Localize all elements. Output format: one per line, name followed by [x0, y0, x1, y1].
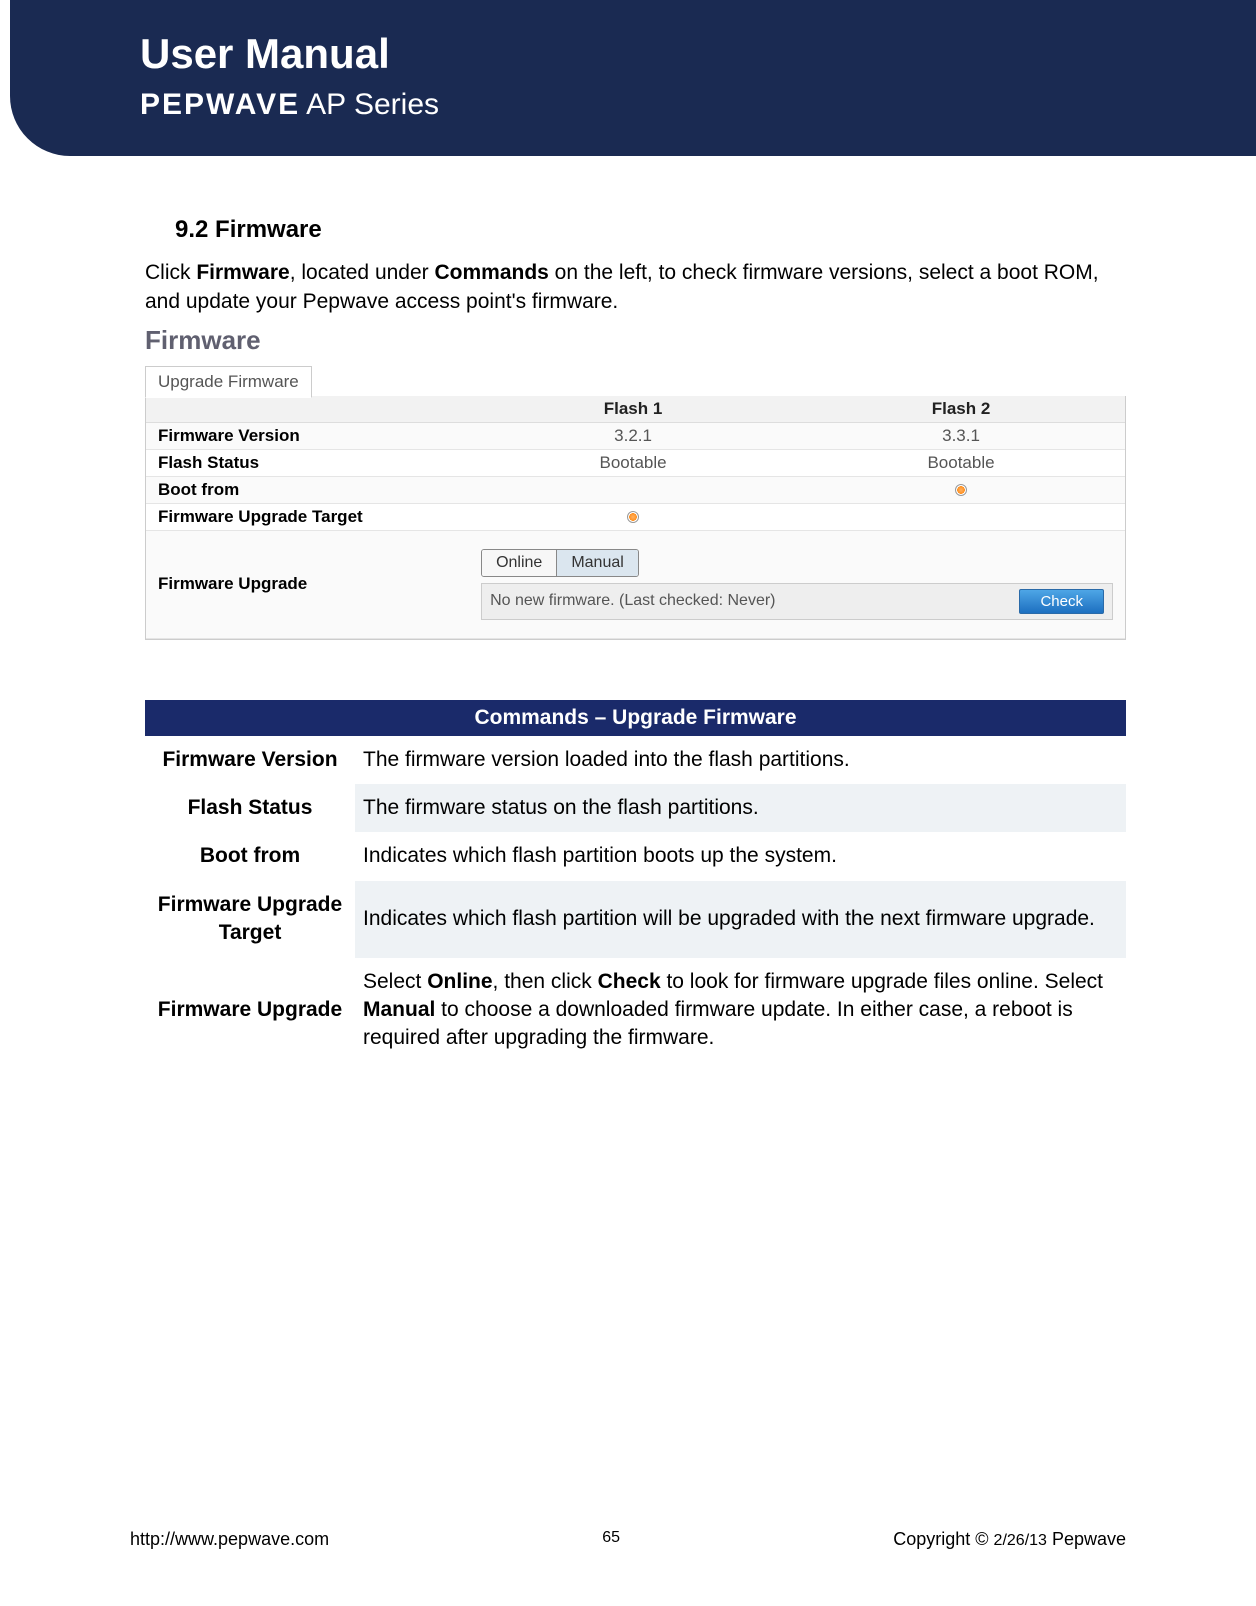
desc-text: The firmware version loaded into the fla… — [355, 736, 1126, 784]
page-number: 65 — [602, 1529, 620, 1550]
brand-name: PEPWAVE — [140, 88, 300, 121]
text: to look for firmware upgrade files onlin… — [661, 970, 1103, 993]
section-heading: 9.2 Firmware — [175, 216, 1126, 244]
cell-upgrade-target-1[interactable] — [469, 503, 797, 530]
cell-firmware-upgrade: Online Manual No new firmware. (Last che… — [469, 530, 1125, 638]
desc-text: Indicates which flash partition boots up… — [355, 832, 1126, 880]
upgrade-status-row: No new firmware. (Last checked: Never) C… — [481, 583, 1113, 620]
row-label-upgrade-target: Firmware Upgrade Target — [146, 503, 469, 530]
desc-label: Firmware Upgrade Target — [145, 881, 355, 958]
series-name: AP Series — [306, 88, 439, 121]
footer-url: http://www.pepwave.com — [130, 1529, 329, 1550]
desc-table: Firmware Version The firmware version lo… — [145, 736, 1126, 1063]
bold-manual: Manual — [363, 998, 435, 1021]
cell-boot-from-1 — [469, 476, 797, 503]
page-footer: http://www.pepwave.com 65 Copyright © 2/… — [0, 1529, 1256, 1550]
col-blank — [146, 396, 469, 423]
desc-text-upgrade: Select Online, then click Check to look … — [355, 958, 1126, 1063]
tab-upgrade-firmware[interactable]: Upgrade Firmware — [145, 366, 312, 398]
cell-flash-status-2: Bootable — [797, 449, 1125, 476]
footer-copyright: Copyright © 2/26/13 Pepwave — [893, 1529, 1126, 1550]
radio-icon[interactable] — [955, 484, 967, 496]
upgrade-status-text: No new firmware. (Last checked: Never) — [490, 592, 775, 610]
text: , located under — [290, 261, 435, 284]
desc-text: The firmware status on the flash partiti… — [355, 784, 1126, 832]
row-label-flash-status: Flash Status — [146, 449, 469, 476]
cell-upgrade-target-2 — [797, 503, 1125, 530]
row-label-firmware-upgrade: Firmware Upgrade — [146, 530, 469, 638]
text: , then click — [493, 970, 598, 993]
commands-bold: Commands — [434, 261, 548, 284]
page-content: 9.2 Firmware Click Firmware, located und… — [0, 156, 1256, 1063]
firmware-table: Flash 1 Flash 2 Firmware Version 3.2.1 3… — [146, 396, 1125, 639]
row-label-firmware-version: Firmware Version — [146, 422, 469, 449]
text: Copyright © — [893, 1529, 993, 1549]
footer-date: 2/26/13 — [994, 1532, 1047, 1549]
text: to choose a downloaded firmware update. … — [363, 998, 1073, 1049]
desc-text: Indicates which flash partition will be … — [355, 881, 1126, 958]
upgrade-mode-segment: Online Manual — [481, 549, 639, 577]
bold-check: Check — [598, 970, 661, 993]
upgrade-firmware-panel: Upgrade Firmware Flash 1 Flash 2 Firmwar… — [145, 396, 1126, 640]
desc-header: Commands – Upgrade Firmware — [145, 700, 1126, 736]
cell-fw-version-2: 3.3.1 — [797, 422, 1125, 449]
desc-label: Boot from — [145, 832, 355, 880]
firmware-bold: Firmware — [196, 261, 289, 284]
text: Click — [145, 261, 196, 284]
desc-label: Flash Status — [145, 784, 355, 832]
check-button[interactable]: Check — [1019, 589, 1104, 614]
doc-title: User Manual — [140, 30, 1256, 78]
doc-subtitle: PEPWAVEAP Series — [140, 88, 1256, 122]
cell-boot-from-2[interactable] — [797, 476, 1125, 503]
col-flash1: Flash 1 — [469, 396, 797, 423]
radio-icon[interactable] — [627, 511, 639, 523]
desc-label: Firmware Upgrade — [145, 958, 355, 1063]
desc-label: Firmware Version — [145, 736, 355, 784]
cell-flash-status-1: Bootable — [469, 449, 797, 476]
row-label-boot-from: Boot from — [146, 476, 469, 503]
text: Select — [363, 970, 427, 993]
intro-paragraph: Click Firmware, located under Commands o… — [145, 258, 1126, 317]
doc-header: User Manual PEPWAVEAP Series — [10, 0, 1256, 156]
text: Pepwave — [1047, 1529, 1126, 1549]
bold-online: Online — [427, 970, 492, 993]
cell-fw-version-1: 3.2.1 — [469, 422, 797, 449]
online-button[interactable]: Online — [482, 550, 557, 576]
manual-button[interactable]: Manual — [557, 550, 637, 576]
firmware-title: Firmware — [145, 325, 1126, 356]
col-flash2: Flash 2 — [797, 396, 1125, 423]
